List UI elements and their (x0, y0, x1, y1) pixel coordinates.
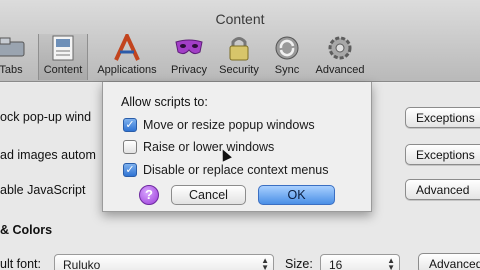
default-font-label: ult font: (0, 257, 41, 270)
size-label: Size: (285, 257, 313, 270)
popup-arrows-icon: ▲ ▼ (387, 256, 395, 270)
popup-arrows-icon: ▲ ▼ (261, 256, 269, 270)
toolbar-privacy[interactable]: Privacy (166, 34, 212, 80)
checkbox-checked[interactable]: ✓ (123, 163, 137, 177)
option-label: Disable or replace context menus (143, 163, 329, 177)
privacy-mask-icon (174, 34, 204, 62)
help-button[interactable]: ? (139, 185, 159, 205)
javascript-advanced-button[interactable]: Advanced (405, 179, 480, 200)
fonts-colors-heading: & Colors (0, 223, 53, 237)
sync-icon (272, 34, 302, 62)
toolbar-content-label: Content (43, 64, 83, 76)
load-images-label: ad images autom (0, 148, 96, 162)
default-font-value: Ruluko (63, 258, 101, 270)
toolbar-advanced[interactable]: Advanced (312, 34, 368, 80)
option-label: Move or resize popup windows (143, 118, 315, 132)
fonts-advanced-button[interactable]: Advanced (418, 253, 480, 270)
toolbar-applications-label: Applications (97, 64, 157, 76)
toolbar-applications[interactable]: Applications (92, 31, 162, 80)
toolbar-security[interactable]: Security (216, 34, 262, 80)
javascript-label: able JavaScript (0, 183, 86, 197)
lock-icon (224, 34, 254, 62)
window-title: Content (215, 11, 265, 27)
cancel-button[interactable]: Cancel (171, 185, 246, 205)
font-size-select[interactable]: 16 ▲ ▼ (320, 254, 400, 270)
toolbar-sync[interactable]: Sync (268, 34, 306, 80)
toolbar-tabs-label: Tabs (0, 64, 23, 76)
checkbox-checked[interactable]: ✓ (123, 118, 137, 132)
allow-scripts-sheet: Allow scripts to: ✓ Move or resize popup… (102, 82, 372, 212)
popup-blocking-label: ock pop-up wind (0, 110, 92, 124)
applications-icon (112, 31, 142, 62)
toolbar-sync-label: Sync (274, 64, 300, 76)
checkbox-unchecked[interactable] (123, 140, 137, 154)
toolbar-advanced-label: Advanced (315, 64, 365, 76)
default-font-select[interactable]: Ruluko ▲ ▼ (54, 254, 274, 270)
ok-button[interactable]: OK (258, 185, 335, 205)
font-size-value: 16 (329, 258, 343, 270)
content-icon (48, 34, 78, 62)
sheet-heading: Allow scripts to: (121, 95, 208, 109)
images-exceptions-button[interactable]: Exceptions (405, 144, 480, 165)
toolbar-tabs[interactable]: Tabs (0, 34, 30, 80)
gear-icon (325, 34, 355, 62)
popup-exceptions-button[interactable]: Exceptions (405, 107, 480, 128)
window-toolbar: Content Tabs Content Applications Privac… (0, 0, 480, 82)
toolbar-security-label: Security (219, 64, 259, 76)
toolbar-content[interactable]: Content (38, 34, 88, 80)
option-label: Raise or lower windows (143, 140, 275, 154)
tabs-icon (0, 34, 26, 62)
toolbar-privacy-label: Privacy (170, 64, 208, 76)
